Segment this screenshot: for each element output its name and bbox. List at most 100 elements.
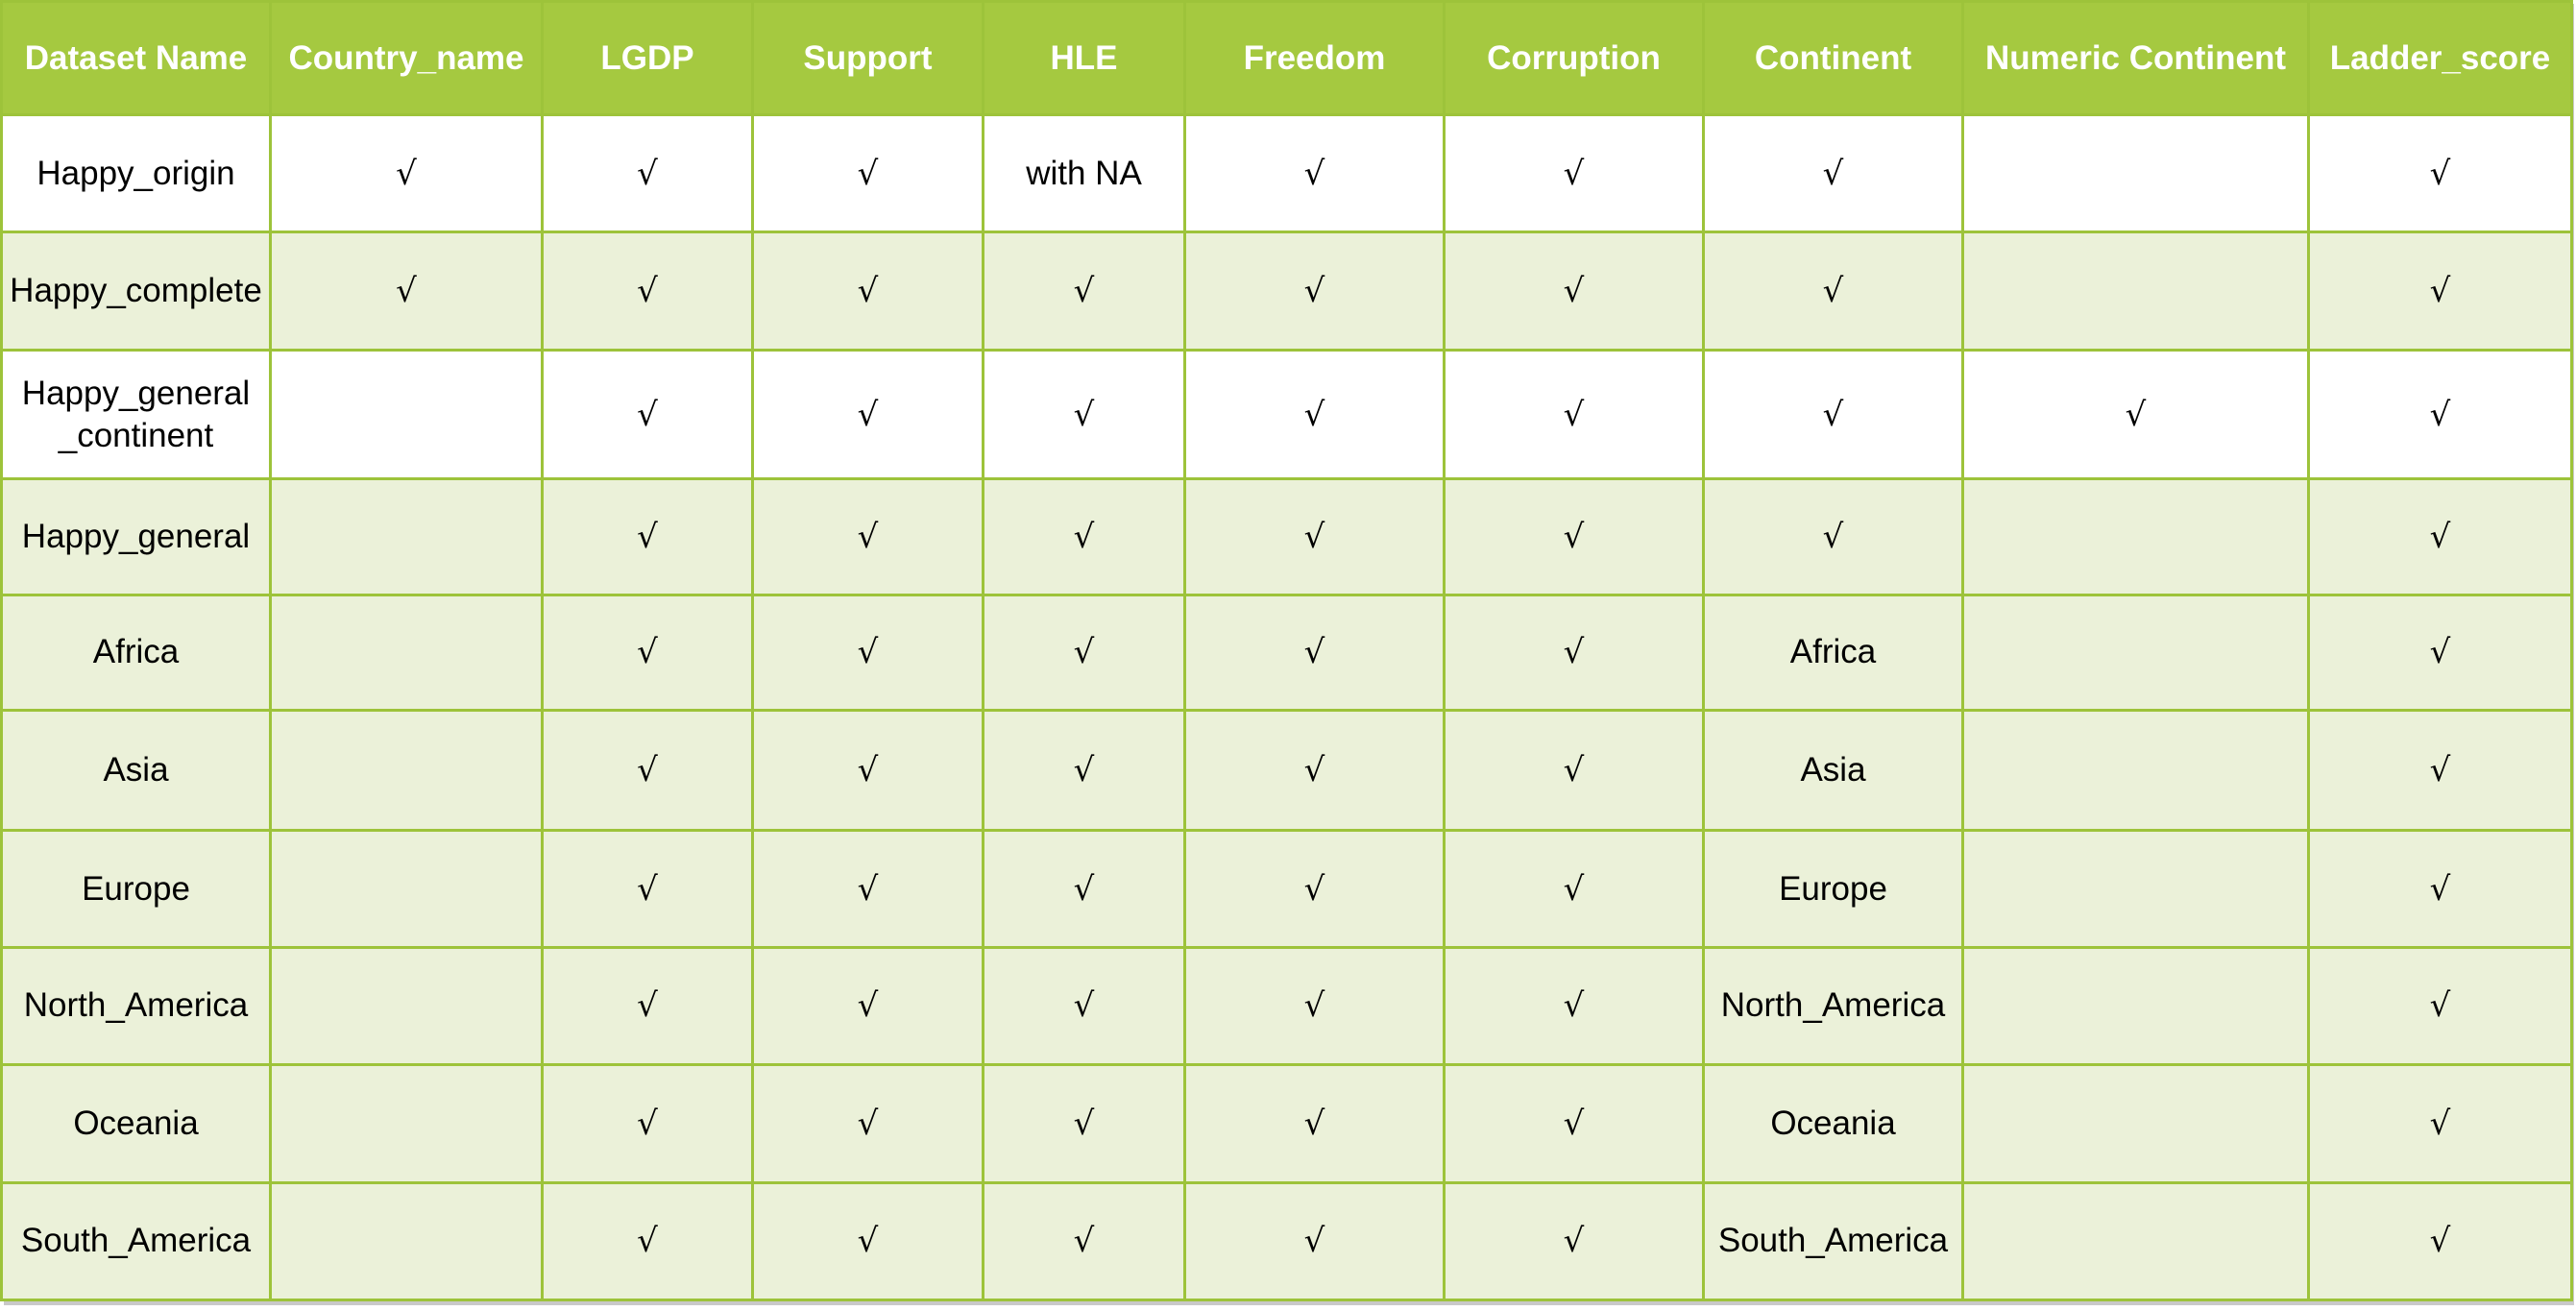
check-mark-cell: √: [751, 593, 984, 712]
check-mark-cell: √: [541, 477, 754, 596]
table-row: North_America √ √ √ √ √ North_America √: [0, 945, 2573, 1067]
check-mark-cell: √: [751, 231, 984, 352]
check-mark-cell: √: [751, 708, 984, 833]
check-mark-cell: √: [1702, 231, 1964, 352]
check-mark-cell: √: [1443, 1180, 1705, 1302]
check-mark-cell: √: [1443, 708, 1705, 833]
check-mark-cell: √: [1183, 829, 1446, 949]
empty-cell: [1961, 829, 2310, 949]
empty-cell: [1961, 1063, 2310, 1184]
empty-cell: [1961, 1180, 2310, 1302]
check-mark-cell: √: [982, 945, 1186, 1067]
check-mark-cell: √: [1183, 231, 1446, 352]
column-header-ladder-score: Ladder_score: [2307, 0, 2573, 116]
empty-cell: [269, 945, 544, 1067]
empty-cell: [269, 477, 544, 596]
check-mark-cell: √: [751, 112, 984, 234]
check-mark-cell: √: [982, 348, 1186, 481]
check-mark-cell: √: [541, 829, 754, 949]
dataset-name-cell: North_America: [0, 945, 272, 1067]
check-mark-cell: √: [1183, 1063, 1446, 1184]
check-mark-cell: √: [982, 1063, 1186, 1184]
check-mark-cell: √: [982, 708, 1186, 833]
dataset-name-cell: Happy_general: [0, 477, 272, 596]
check-mark-cell: √: [1443, 348, 1705, 481]
check-mark-cell: √: [2307, 1063, 2573, 1184]
value-cell: Oceania: [1702, 1063, 1964, 1184]
header-row: Dataset Name Country_name LGDP Support H…: [0, 0, 2573, 116]
column-header-support: Support: [751, 0, 984, 116]
check-mark-cell: √: [2307, 708, 2573, 833]
check-mark-cell: √: [1702, 477, 1964, 596]
empty-cell: [1961, 593, 2310, 712]
value-cell: Africa: [1702, 593, 1964, 712]
empty-cell: [269, 1063, 544, 1184]
check-mark-cell: √: [1702, 348, 1964, 481]
check-mark-cell: √: [1183, 1180, 1446, 1302]
check-mark-cell: √: [751, 1180, 984, 1302]
check-mark-cell: √: [982, 477, 1186, 596]
column-header-numeric-continent: Numeric Continent: [1961, 0, 2310, 116]
check-mark-cell: √: [982, 829, 1186, 949]
check-mark-cell: √: [541, 1180, 754, 1302]
column-header-corruption: Corruption: [1443, 0, 1705, 116]
dataset-table-container: Dataset Name Country_name LGDP Support H…: [0, 0, 2573, 1302]
column-header-lgdp: LGDP: [541, 0, 754, 116]
check-mark-cell: √: [269, 112, 544, 234]
check-mark-cell: √: [2307, 477, 2573, 596]
check-mark-cell: √: [541, 231, 754, 352]
check-mark-cell: √: [751, 1063, 984, 1184]
check-mark-cell: √: [2307, 945, 2573, 1067]
empty-cell: [1961, 231, 2310, 352]
check-mark-cell: √: [1183, 477, 1446, 596]
empty-cell: [269, 593, 544, 712]
check-mark-cell: √: [1961, 348, 2310, 481]
check-mark-cell: √: [1183, 593, 1446, 712]
empty-cell: [269, 1180, 544, 1302]
check-mark-cell: √: [2307, 231, 2573, 352]
check-mark-cell: √: [541, 708, 754, 833]
check-mark-cell: √: [541, 945, 754, 1067]
empty-cell: [1961, 477, 2310, 596]
column-header-dataset-name: Dataset Name: [0, 0, 272, 116]
dataset-name-cell: Happy_origin: [0, 112, 272, 234]
column-header-freedom: Freedom: [1183, 0, 1446, 116]
table-row: South_America √ √ √ √ √ South_America √: [0, 1180, 2573, 1302]
value-cell: with NA: [982, 112, 1186, 234]
check-mark-cell: √: [1183, 708, 1446, 833]
check-mark-cell: √: [1443, 477, 1705, 596]
table-row: Happy_general _continent √ √ √ √ √ √ √ √: [0, 348, 2573, 481]
check-mark-cell: √: [982, 1180, 1186, 1302]
check-mark-cell: √: [1443, 593, 1705, 712]
table-row: Happy_origin √ √ √ with NA √ √ √ √: [0, 112, 2573, 234]
check-mark-cell: √: [982, 593, 1186, 712]
column-header-continent: Continent: [1702, 0, 1964, 116]
check-mark-cell: √: [2307, 829, 2573, 949]
dataset-name-cell: Europe: [0, 829, 272, 949]
check-mark-cell: √: [2307, 1180, 2573, 1302]
check-mark-cell: √: [269, 231, 544, 352]
table-row: Africa √ √ √ √ √ Africa √: [0, 593, 2573, 712]
check-mark-cell: √: [1183, 945, 1446, 1067]
value-cell: North_America: [1702, 945, 1964, 1067]
check-mark-cell: √: [1183, 348, 1446, 481]
check-mark-cell: √: [751, 477, 984, 596]
table-row: Happy_general √ √ √ √ √ √ √: [0, 477, 2573, 596]
value-cell: Europe: [1702, 829, 1964, 949]
dataset-variables-table: Dataset Name Country_name LGDP Support H…: [0, 0, 2573, 1302]
check-mark-cell: √: [1443, 112, 1705, 234]
check-mark-cell: √: [1443, 1063, 1705, 1184]
dataset-name-cell: Happy_general _continent: [0, 348, 272, 481]
empty-cell: [269, 829, 544, 949]
table-row: Europe √ √ √ √ √ Europe √: [0, 829, 2573, 949]
check-mark-cell: √: [982, 231, 1186, 352]
dataset-name-cell: Happy_complete: [0, 231, 272, 352]
column-header-country-name: Country_name: [269, 0, 544, 116]
empty-cell: [269, 348, 544, 481]
empty-cell: [1961, 112, 2310, 234]
check-mark-cell: √: [541, 348, 754, 481]
check-mark-cell: √: [541, 593, 754, 712]
value-cell: Asia: [1702, 708, 1964, 833]
table-row: Asia √ √ √ √ √ Asia √: [0, 708, 2573, 833]
empty-cell: [1961, 708, 2310, 833]
